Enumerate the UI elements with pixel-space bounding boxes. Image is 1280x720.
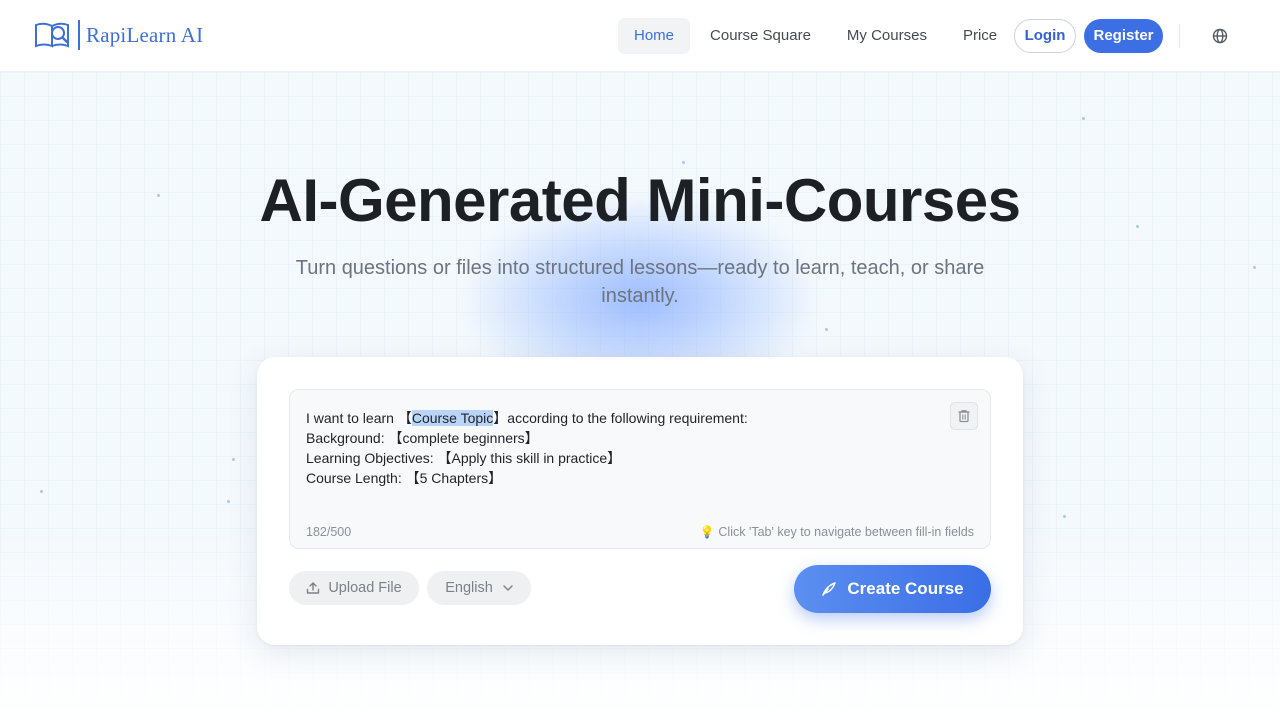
course-topic-field[interactable]: Course Topic — [411, 410, 494, 426]
globe-icon[interactable] — [1212, 28, 1228, 44]
hero-title: AI-Generated Mini-Courses — [259, 167, 1021, 234]
header-separator — [1179, 24, 1180, 48]
nav-my-courses[interactable]: My Courses — [831, 18, 943, 54]
decor-dot — [682, 161, 685, 164]
prompt-line-topic: I want to learn 【Course Topic】according … — [306, 410, 748, 426]
chevron-down-icon — [503, 585, 513, 591]
decor-dot — [825, 328, 828, 331]
nav-course-square[interactable]: Course Square — [694, 18, 827, 54]
decor-dot — [1082, 117, 1085, 120]
decor-dot — [227, 500, 230, 503]
nav-price[interactable]: Price — [947, 18, 1013, 54]
nav-home[interactable]: Home — [618, 18, 691, 54]
prompt-line-background[interactable]: Background: 【complete beginners】 — [306, 428, 748, 448]
decor-dot — [1253, 266, 1256, 269]
book-search-icon — [35, 22, 69, 48]
clear-button[interactable] — [950, 402, 978, 430]
create-course-button[interactable]: Create Course — [794, 565, 991, 613]
prompt-line-objectives[interactable]: Learning Objectives: 【Apply this skill i… — [306, 448, 748, 468]
decor-dot — [232, 458, 235, 461]
decor-dot — [1063, 515, 1066, 518]
language-select[interactable]: English — [427, 571, 531, 605]
brand-name: RapiLearn AI — [86, 22, 204, 47]
brand-logo[interactable]: RapiLearn AI — [34, 18, 203, 52]
login-button[interactable]: Login — [1014, 19, 1076, 53]
course-composer-card: I want to learn 【Course Topic】according … — [257, 357, 1023, 645]
lightbulb-icon: 💡 — [699, 525, 715, 539]
tab-hint: 💡 Click 'Tab' key to navigate between fi… — [699, 525, 974, 539]
upload-icon — [307, 582, 320, 594]
main-nav: Home Course Square My Courses Price — [618, 18, 1017, 54]
prompt-text[interactable]: I want to learn 【Course Topic】according … — [306, 408, 748, 488]
char-counter: 182/500 — [306, 525, 352, 539]
trash-icon — [958, 410, 970, 423]
register-button[interactable]: Register — [1084, 19, 1163, 53]
top-header: RapiLearn AI Home Course Square My Cours… — [0, 0, 1280, 72]
hero-subtitle: Turn questions or files into structured … — [295, 257, 985, 307]
upload-file-button[interactable]: Upload File — [289, 571, 419, 605]
quill-icon — [822, 582, 837, 596]
decor-dot — [40, 490, 43, 493]
prompt-line-length[interactable]: Course Length: 【5 Chapters】 — [306, 468, 748, 488]
logo-divider — [78, 20, 80, 50]
prompt-textarea[interactable]: I want to learn 【Course Topic】according … — [289, 389, 991, 549]
